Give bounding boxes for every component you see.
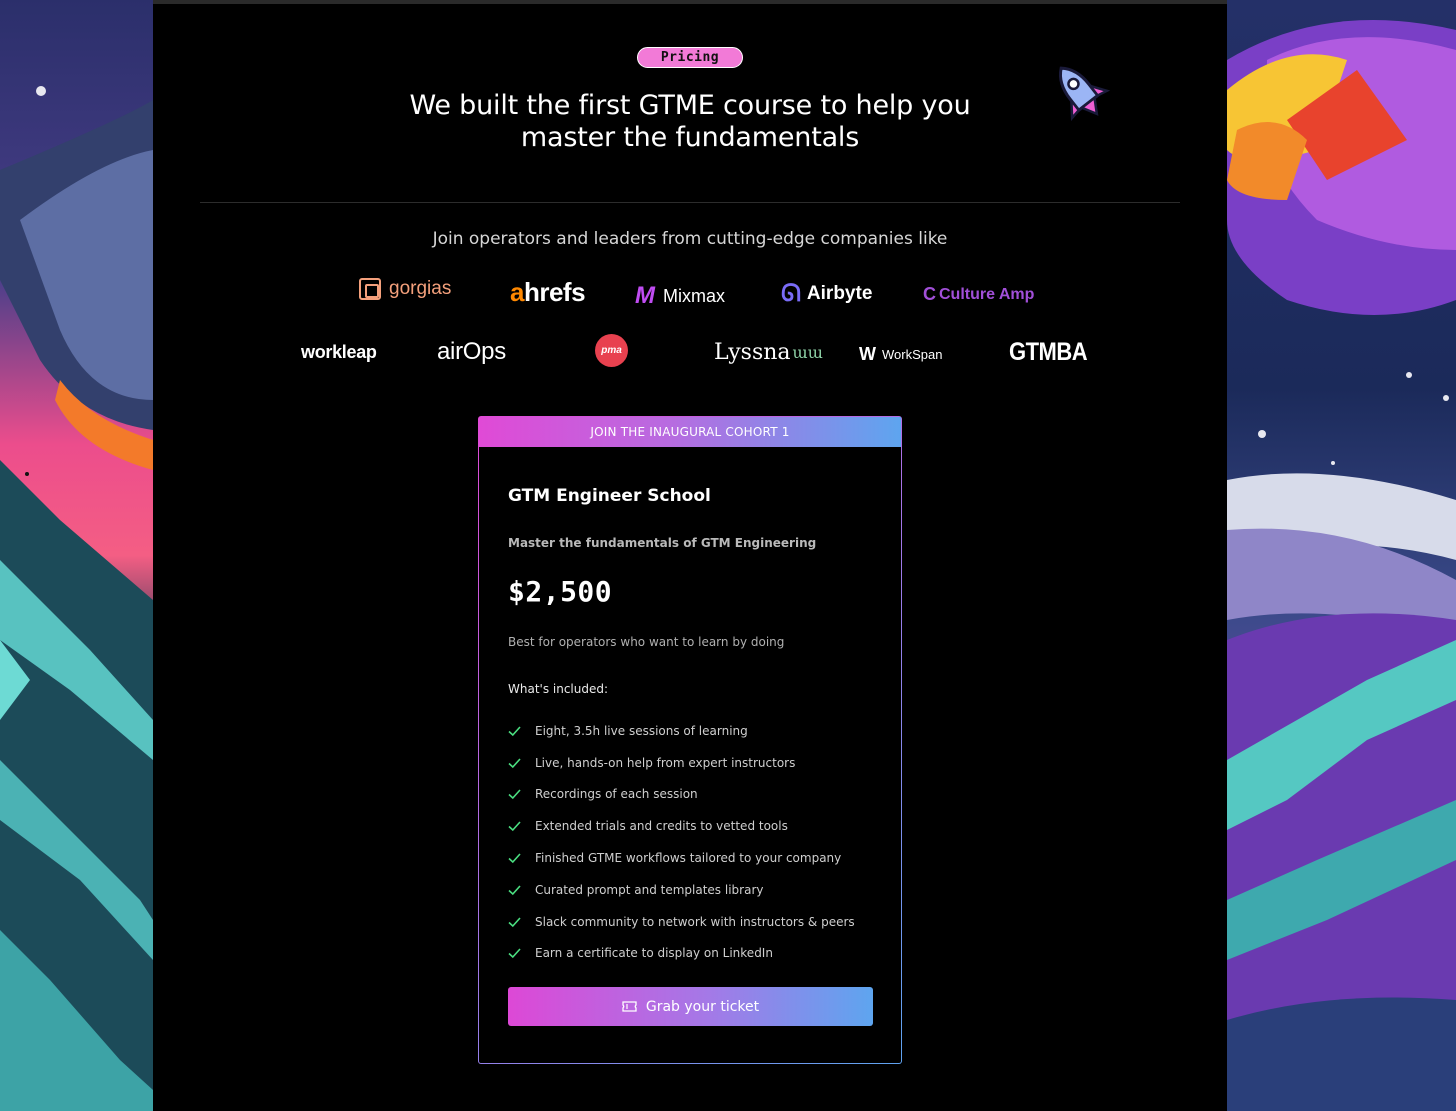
feature-item: Finished GTME workflows tailored to your… (508, 842, 878, 874)
included-heading: What's included: (508, 682, 609, 696)
headline-line-2: master the fundamentals (520, 122, 860, 153)
workspan-mark-icon: W (859, 344, 876, 364)
logo-airops: airOps (437, 338, 506, 365)
logo-workspan: W WorkSpan (859, 344, 943, 364)
feature-item: Slack community to network with instruct… (508, 906, 878, 938)
cohort-banner: JOIN THE INAUGURAL COHORT 1 (479, 417, 901, 447)
grab-ticket-label: Grab your ticket (645, 998, 760, 1015)
logo-workleap: workleap (301, 342, 377, 362)
ticket-icon (622, 1001, 637, 1012)
rocket-icon (1058, 66, 1111, 122)
pricing-card: JOIN THE INAUGURAL COHORT 1 GTM Engineer… (478, 416, 902, 1064)
feature-item: Extended trials and credits to vetted to… (508, 810, 878, 842)
feature-item: Recordings of each session (508, 779, 878, 811)
check-icon (508, 853, 521, 864)
grab-ticket-button[interactable]: Grab your ticket (508, 987, 873, 1026)
airbyte-mark-icon: ᘏ (781, 280, 801, 307)
feature-list: Eight, 3.5h live sessions of learning Li… (508, 715, 878, 969)
plan-title: GTM Engineer School (508, 486, 711, 506)
plan-subtitle: Master the fundamentals of GTM Engineeri… (508, 536, 817, 550)
check-icon (508, 821, 521, 832)
headline-line-1: We built the first GTME course to help y… (409, 90, 971, 121)
section-divider (200, 202, 1180, 203)
logo-culture-amp: C Culture Amp (923, 284, 1035, 304)
logo-airbyte: ᘏ Airbyte (781, 280, 873, 307)
feature-item: Eight, 3.5h live sessions of learning (508, 715, 878, 747)
pricing-badge: Pricing (637, 47, 743, 68)
lyssna-wave-icon: ɯɯ (792, 343, 823, 362)
plan-price: $2,500 (508, 575, 613, 608)
logo-gorgias: gorgias (359, 278, 451, 300)
plan-audience: Best for operators who want to learn by … (508, 635, 785, 649)
culture-amp-mark-icon: C (923, 284, 936, 304)
check-icon (508, 758, 521, 768)
check-icon (508, 885, 521, 896)
feature-item: Earn a certificate to display on LinkedI… (508, 938, 878, 970)
space-background-left (0, 0, 153, 1111)
check-icon (508, 917, 521, 927)
check-icon (508, 789, 521, 800)
companies-intro: Join operators and leaders from cutting-… (432, 229, 948, 249)
page-headline: We built the first GTME course to help y… (340, 90, 1040, 154)
check-icon (508, 726, 521, 737)
logo-gtmba: GTMBA (1009, 337, 1088, 366)
feature-item: Curated prompt and templates library (508, 874, 878, 906)
logo-ahrefs: a hrefs (510, 277, 586, 307)
feature-item: Live, hands-on help from expert instruct… (508, 747, 878, 779)
logo-lyssna: Lyssna ɯɯ (714, 340, 823, 365)
space-background-right (1227, 0, 1456, 1111)
check-icon (508, 948, 521, 959)
mixmax-mark-icon: M (635, 282, 655, 309)
gorgias-mark-icon (359, 278, 381, 300)
logo-mixmax: M Mixmax (635, 282, 725, 309)
logo-pma: pma (595, 334, 628, 367)
pricing-section: Pricing We built the first GTME course t… (153, 4, 1227, 1111)
